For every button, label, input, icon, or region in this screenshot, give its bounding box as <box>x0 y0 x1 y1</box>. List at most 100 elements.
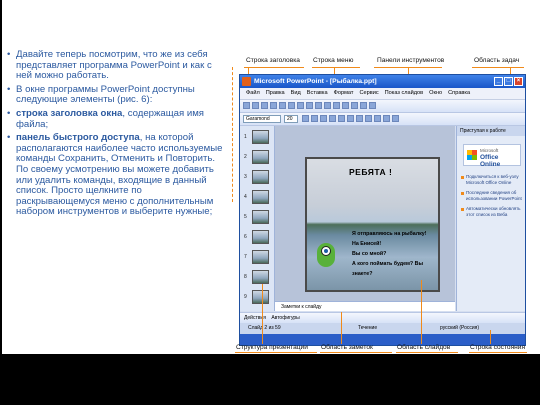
text-leader-line <box>232 67 233 202</box>
underline-icon[interactable] <box>320 115 327 122</box>
close-icon[interactable]: × <box>514 77 523 86</box>
maximize-icon[interactable]: □ <box>504 77 513 86</box>
slide-thumbnail[interactable]: 6 <box>244 230 270 246</box>
menu-view[interactable]: Вид <box>291 90 301 96</box>
slide-thumbnail[interactable]: 8 <box>244 270 270 286</box>
menu-format[interactable]: Формат <box>334 90 354 96</box>
bullet-quick-access: панель быстрого доступа, на которой расп… <box>6 132 228 218</box>
help-icon[interactable] <box>369 102 376 109</box>
copy-icon[interactable] <box>306 102 313 109</box>
slide-thumbnail[interactable]: 9 <box>244 290 270 306</box>
preview-icon[interactable] <box>279 102 286 109</box>
spelling-icon[interactable] <box>288 102 295 109</box>
slide-thumbnail[interactable]: 3 <box>244 170 270 186</box>
slide-text-line: А кого поймать будем? Вы знаете? <box>352 261 423 277</box>
italic-icon[interactable] <box>311 115 318 122</box>
slide-thumbnail-number: 8 <box>244 274 247 280</box>
label-title-bar-underline <box>244 67 304 68</box>
slide-thumbnail-image <box>252 130 269 144</box>
numbering-icon[interactable] <box>365 115 372 122</box>
slide-thumbnail-number: 6 <box>244 234 247 240</box>
slide-thumbnail-number: 9 <box>244 294 247 300</box>
slide-thumbnail-image <box>252 170 269 184</box>
print-icon[interactable] <box>270 102 277 109</box>
menu-tools[interactable]: Сервис <box>359 90 378 96</box>
bullet-quick-access-bold: панель быстрого доступа <box>16 132 140 144</box>
standard-toolbar-buttons <box>243 102 376 109</box>
menu-help[interactable]: Справка <box>448 90 470 96</box>
minimize-icon[interactable]: _ <box>494 77 503 86</box>
menu-edit[interactable]: Правка <box>266 90 285 96</box>
bullets-icon[interactable] <box>374 115 381 122</box>
font-size-select[interactable]: 20 <box>284 115 298 123</box>
align-center-icon[interactable] <box>347 115 354 122</box>
align-right-icon[interactable] <box>356 115 363 122</box>
bullet-title-bar-bold: строка заголовка окна <box>16 107 123 119</box>
slide-text-line: Я отправляюсь на рыбалку! <box>352 231 427 237</box>
undo-icon[interactable] <box>324 102 331 109</box>
label-status-bar: Строка состояния <box>470 344 526 351</box>
bullet-elements: В окне программы PowerPoint доступны сле… <box>6 83 228 106</box>
status-language: русский (Россия) <box>440 325 480 331</box>
autoshapes-menu[interactable]: Автофигуры <box>271 315 299 321</box>
slide-thumbnail[interactable]: 1 <box>244 130 270 146</box>
office-online-logo: Microsoft Office Online <box>463 144 521 168</box>
slide-title[interactable]: РЕБЯТА ! <box>349 167 392 177</box>
slide-text-line: Вы со мной? <box>352 251 387 257</box>
font-color-icon[interactable] <box>383 115 390 122</box>
window-title-bar[interactable]: Microsoft PowerPoint - [Рыбалка.ppt] _ □… <box>240 75 525 88</box>
zoom-icon[interactable] <box>360 102 367 109</box>
slide-thumbnail[interactable]: 2 <box>244 150 270 166</box>
task-pane-link[interactable]: Последние сведения об использовании Powe… <box>461 190 523 202</box>
standard-toolbar <box>240 100 525 113</box>
save-icon[interactable] <box>261 102 268 109</box>
menu-window[interactable]: Окно <box>429 90 442 96</box>
bold-icon[interactable] <box>302 115 309 122</box>
slide-text-box[interactable]: Я отправляюсь на рыбалку! На Енисей! Вы … <box>352 229 440 279</box>
cut-icon[interactable] <box>297 102 304 109</box>
drawing-toolbar: Действия Автофигуры <box>240 312 525 323</box>
left-edge-strip <box>0 0 2 354</box>
slide-thumbnail[interactable]: 7 <box>244 250 270 266</box>
task-pane-link[interactable]: Автоматически обновлять этот список из В… <box>461 206 523 218</box>
font-select[interactable]: Garamond <box>243 115 281 123</box>
bullet-elements-text: В окне программы PowerPoint доступны сле… <box>16 83 195 106</box>
shadow-icon[interactable] <box>329 115 336 122</box>
label-slides-underline <box>396 352 458 353</box>
chart-icon[interactable] <box>342 102 349 109</box>
redo-icon[interactable] <box>333 102 340 109</box>
menu-file[interactable]: Файл <box>246 90 260 96</box>
align-left-icon[interactable] <box>338 115 345 122</box>
slide-thumbnails-pane: 1 2 3 4 5 6 7 8 9 <box>240 126 275 311</box>
label-task-pane-underline <box>472 67 524 68</box>
status-slide-count: Слайд 2 из 59 <box>248 325 281 331</box>
task-pane-link[interactable]: Подключиться к веб-узлу Microsoft Office… <box>461 174 523 186</box>
slide-thumbnail[interactable]: 4 <box>244 190 270 206</box>
table-icon[interactable] <box>351 102 358 109</box>
cartoon-character-image <box>315 237 337 269</box>
task-pane-links: Подключиться к веб-узлу Microsoft Office… <box>461 174 523 222</box>
slide-thumbnail-image <box>252 270 269 284</box>
office-online-text: Office Online <box>480 154 501 168</box>
window-controls: _ □ × <box>494 77 523 86</box>
slide-thumbnail-image <box>252 190 269 204</box>
label-notes-leader <box>341 312 342 344</box>
design-icon[interactable] <box>392 115 399 122</box>
slide-editing-area[interactable]: РЕБЯТА ! Я отправляюсь на рыбалку! На Ен… <box>275 126 455 301</box>
slide-thumbnail[interactable]: 5 <box>244 210 270 226</box>
task-pane: Приступая к работе Microsoft Office Onli… <box>456 126 525 311</box>
label-title-bar: Строка заголовка <box>246 57 300 64</box>
open-icon[interactable] <box>252 102 259 109</box>
current-slide[interactable]: РЕБЯТА ! Я отправляюсь на рыбалку! На Ен… <box>305 157 440 292</box>
notes-pane[interactable]: Заметки к слайду <box>275 301 455 311</box>
task-pane-title[interactable]: Приступая к работе <box>457 126 525 136</box>
label-status-leader <box>490 330 491 344</box>
bullet-quick-access-text: , на которой располагаются наиболее част… <box>16 132 223 218</box>
label-structure-leader <box>262 284 263 344</box>
slide-thumbnail-image <box>252 250 269 264</box>
paste-icon[interactable] <box>315 102 322 109</box>
new-icon[interactable] <box>243 102 250 109</box>
menu-insert[interactable]: Вставка <box>307 90 328 96</box>
slide-thumbnail-image <box>252 150 269 164</box>
menu-slideshow[interactable]: Показ слайдов <box>385 90 424 96</box>
